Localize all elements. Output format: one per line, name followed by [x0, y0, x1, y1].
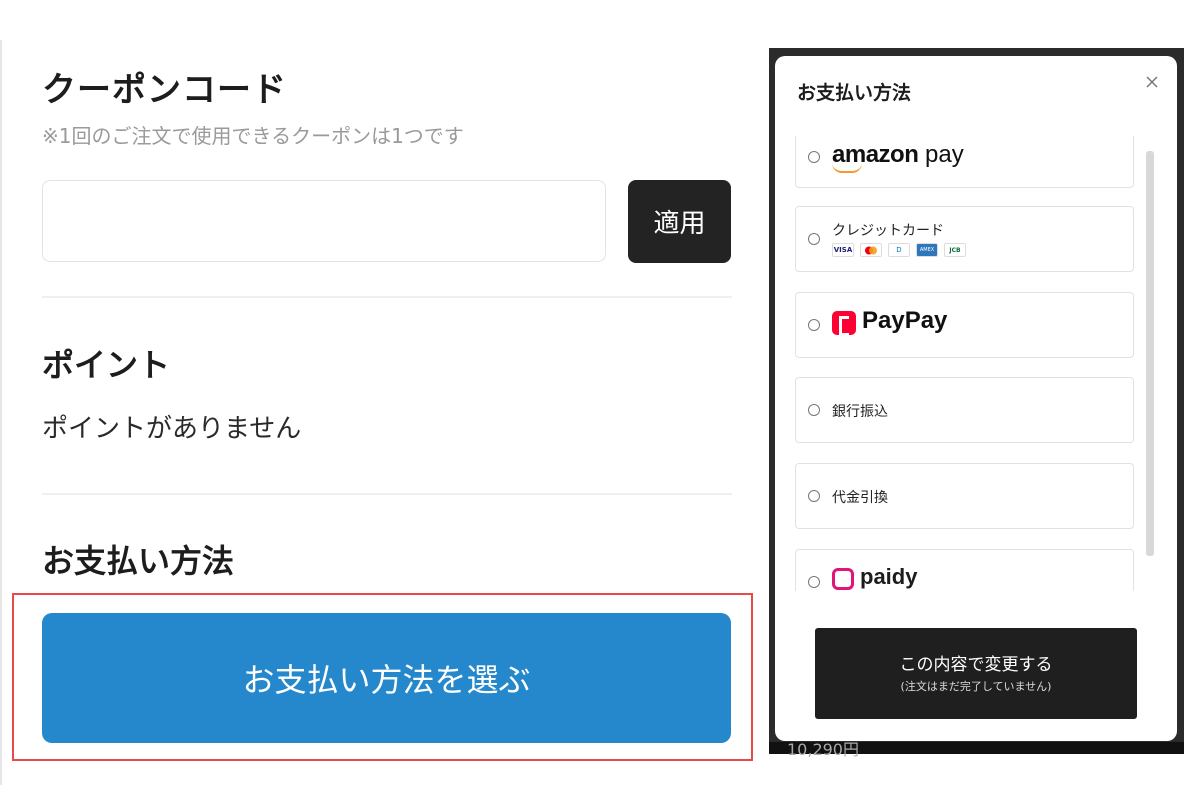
choose-payment-button[interactable]: お支払い方法を選ぶ [42, 613, 731, 743]
payment-option-credit-card[interactable]: クレジットカード VISA D AMEX JCB [795, 206, 1134, 272]
mastercard-icon [860, 243, 882, 257]
points-title: ポイント [42, 346, 171, 384]
paidy-label: paidy [860, 564, 918, 589]
radio-button[interactable] [808, 404, 820, 416]
radio-button[interactable] [808, 233, 820, 245]
payment-option-paypay[interactable]: PayPay [795, 292, 1134, 358]
radio-button[interactable] [808, 151, 820, 163]
modal-title: お支払い方法 [797, 82, 912, 104]
payment-option-bank-transfer[interactable]: 銀行振込 [795, 377, 1134, 443]
paypay-label: PayPay [862, 307, 948, 334]
coupon-code-input[interactable] [42, 180, 606, 262]
payment-method-modal: お支払い方法 amazon pay クレジットカード VISA D AMEX J… [775, 56, 1177, 741]
amex-icon: AMEX [916, 243, 938, 257]
paidy-logo-icon [832, 568, 854, 590]
visa-icon: VISA [832, 243, 854, 257]
payment-options-list: amazon pay クレジットカード VISA D AMEX JCB PayP… [795, 136, 1140, 591]
payment-option-amazon-pay[interactable]: amazon pay [795, 136, 1134, 188]
amazon-pay-brand-light: pay [925, 141, 964, 168]
points-message: ポイントがありません [42, 414, 302, 444]
radio-button[interactable] [808, 490, 820, 502]
coupon-note: ※1回のご注文で使用できるクーポンは1つです [42, 124, 464, 148]
card-brand-icons: VISA D AMEX JCB [832, 243, 966, 257]
radio-button[interactable] [808, 576, 820, 588]
section-divider [42, 296, 732, 298]
payment-title: お支払い方法 [42, 542, 235, 580]
jcb-icon: JCB [944, 243, 966, 257]
coupon-title: クーポンコード [42, 70, 287, 110]
option-label: 代金引換 [832, 490, 888, 506]
payment-option-cash-on-delivery[interactable]: 代金引換 [795, 463, 1134, 529]
option-label: クレジットカード [832, 223, 944, 239]
option-label: 銀行振込 [832, 404, 888, 420]
diners-icon: D [888, 243, 910, 257]
page-edge-divider [0, 40, 2, 785]
confirm-button-sublabel: (注文はまだ完了していません) [900, 680, 1052, 693]
close-icon[interactable] [1142, 70, 1162, 90]
payment-option-paidy[interactable]: paidy [795, 549, 1134, 591]
confirm-change-button[interactable]: この内容で変更する (注文はまだ完了していません) [815, 628, 1137, 719]
confirm-button-label: この内容で変更する [899, 655, 1053, 675]
paypay-logo-icon [832, 311, 856, 336]
backdrop-bottom-strip: 10,290円 [769, 740, 1184, 759]
amazon-smile-icon [832, 163, 862, 173]
radio-button[interactable] [808, 319, 820, 331]
scrollbar[interactable] [1146, 151, 1154, 556]
section-divider [42, 493, 732, 495]
apply-coupon-button[interactable]: 適用 [628, 180, 731, 263]
